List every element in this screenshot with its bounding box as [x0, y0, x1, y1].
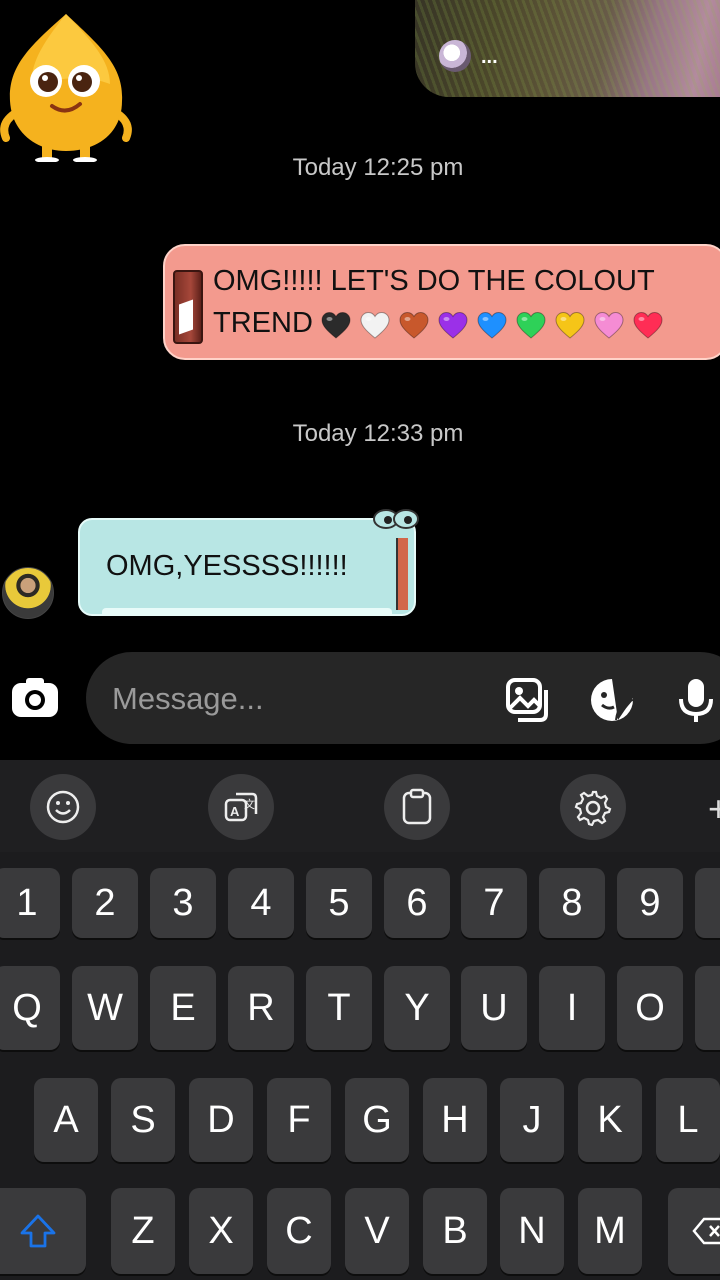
key-s[interactable]: S [111, 1078, 175, 1162]
svg-text:文: 文 [244, 797, 255, 811]
key-j[interactable]: J [500, 1078, 564, 1162]
outgoing-message[interactable]: OMG!!!!! LET'S DO THE COLOUT TREND [163, 244, 720, 360]
key-0-partial[interactable] [695, 868, 720, 938]
key-a[interactable]: A [34, 1078, 98, 1162]
key-t[interactable]: T [306, 966, 372, 1050]
backspace-icon [692, 1217, 720, 1245]
key-y[interactable]: Y [384, 966, 450, 1050]
backspace-key[interactable] [668, 1188, 720, 1274]
key-k[interactable]: K [578, 1078, 642, 1162]
key-v[interactable]: V [345, 1188, 409, 1274]
key-1[interactable]: 1 [0, 868, 60, 938]
keyboard: A文 + 1 2 3 4 5 6 7 8 9 Q W E R T Y U I O… [0, 760, 720, 1280]
story-avatar [439, 40, 471, 72]
camera-icon[interactable] [10, 673, 60, 723]
heart-emoji-icon [438, 311, 468, 341]
message-input[interactable] [110, 676, 474, 722]
key-u[interactable]: U [461, 966, 527, 1050]
story-preview[interactable]: ... [415, 0, 720, 97]
heart-emoji-icon [477, 311, 507, 341]
key-h[interactable]: H [423, 1078, 487, 1162]
mascot-sticker [0, 14, 132, 162]
key-7[interactable]: 7 [461, 868, 527, 938]
key-n[interactable]: N [500, 1188, 564, 1274]
key-4[interactable]: 4 [228, 868, 294, 938]
heart-emoji-icon [516, 311, 546, 341]
heart-emoji-icon [594, 311, 624, 341]
key-8[interactable]: 8 [539, 868, 605, 938]
translate-icon[interactable]: A文 [208, 774, 274, 840]
heart-emoji-icon [321, 311, 351, 341]
bubble-decoration [102, 608, 392, 616]
key-i[interactable]: I [539, 966, 605, 1050]
key-g[interactable]: G [345, 1078, 409, 1162]
key-f[interactable]: F [267, 1078, 331, 1162]
shift-icon [20, 1214, 56, 1248]
shift-key[interactable] [0, 1188, 86, 1274]
key-5[interactable]: 5 [306, 868, 372, 938]
key-z[interactable]: Z [111, 1188, 175, 1274]
heart-emoji-icon [399, 311, 429, 341]
key-9[interactable]: 9 [617, 868, 683, 938]
microphone-icon[interactable] [672, 676, 720, 724]
spray-can-decoration-icon [173, 270, 203, 344]
heart-emoji-icon [555, 311, 585, 341]
key-w[interactable]: W [72, 966, 138, 1050]
settings-icon[interactable] [560, 774, 626, 840]
timestamp: Today 12:33 pm [292, 420, 464, 447]
gallery-icon[interactable] [504, 676, 552, 724]
heart-emoji-icon [633, 311, 663, 341]
message-input-container[interactable] [86, 652, 720, 744]
key-c[interactable]: C [267, 1188, 331, 1274]
svg-text:A: A [230, 804, 240, 819]
key-e[interactable]: E [150, 966, 216, 1050]
heart-emojis [321, 303, 672, 345]
sticker-icon[interactable] [588, 676, 636, 724]
key-r[interactable]: R [228, 966, 294, 1050]
outgoing-message-text: OMG!!!!! LET'S DO THE COLOUT TREND [213, 260, 720, 345]
key-p-partial[interactable] [695, 966, 720, 1050]
creature-eyes-icon [373, 509, 419, 529]
plus-icon[interactable]: + [708, 788, 720, 830]
key-2[interactable]: 2 [72, 868, 138, 938]
keyboard-toolbar: A文 + [0, 760, 720, 852]
key-l[interactable]: L [656, 1078, 720, 1162]
key-b[interactable]: B [423, 1188, 487, 1274]
emoji-icon[interactable] [30, 774, 96, 840]
heart-emoji-icon [360, 311, 390, 341]
sender-avatar[interactable] [2, 567, 54, 619]
key-o[interactable]: O [617, 966, 683, 1050]
key-6[interactable]: 6 [384, 868, 450, 938]
bubble-decoration [396, 538, 408, 610]
key-q[interactable]: Q [0, 966, 60, 1050]
key-x[interactable]: X [189, 1188, 253, 1274]
story-options[interactable]: ... [481, 46, 498, 69]
key-m[interactable]: M [578, 1188, 642, 1274]
timestamp: Today 12:25 pm [292, 154, 464, 181]
incoming-message[interactable]: OMG,YESSSS!!!!!! [78, 509, 419, 616]
key-3[interactable]: 3 [150, 868, 216, 938]
incoming-message-text: OMG,YESSSS!!!!!! [106, 550, 348, 582]
key-d[interactable]: D [189, 1078, 253, 1162]
clipboard-icon[interactable] [384, 774, 450, 840]
